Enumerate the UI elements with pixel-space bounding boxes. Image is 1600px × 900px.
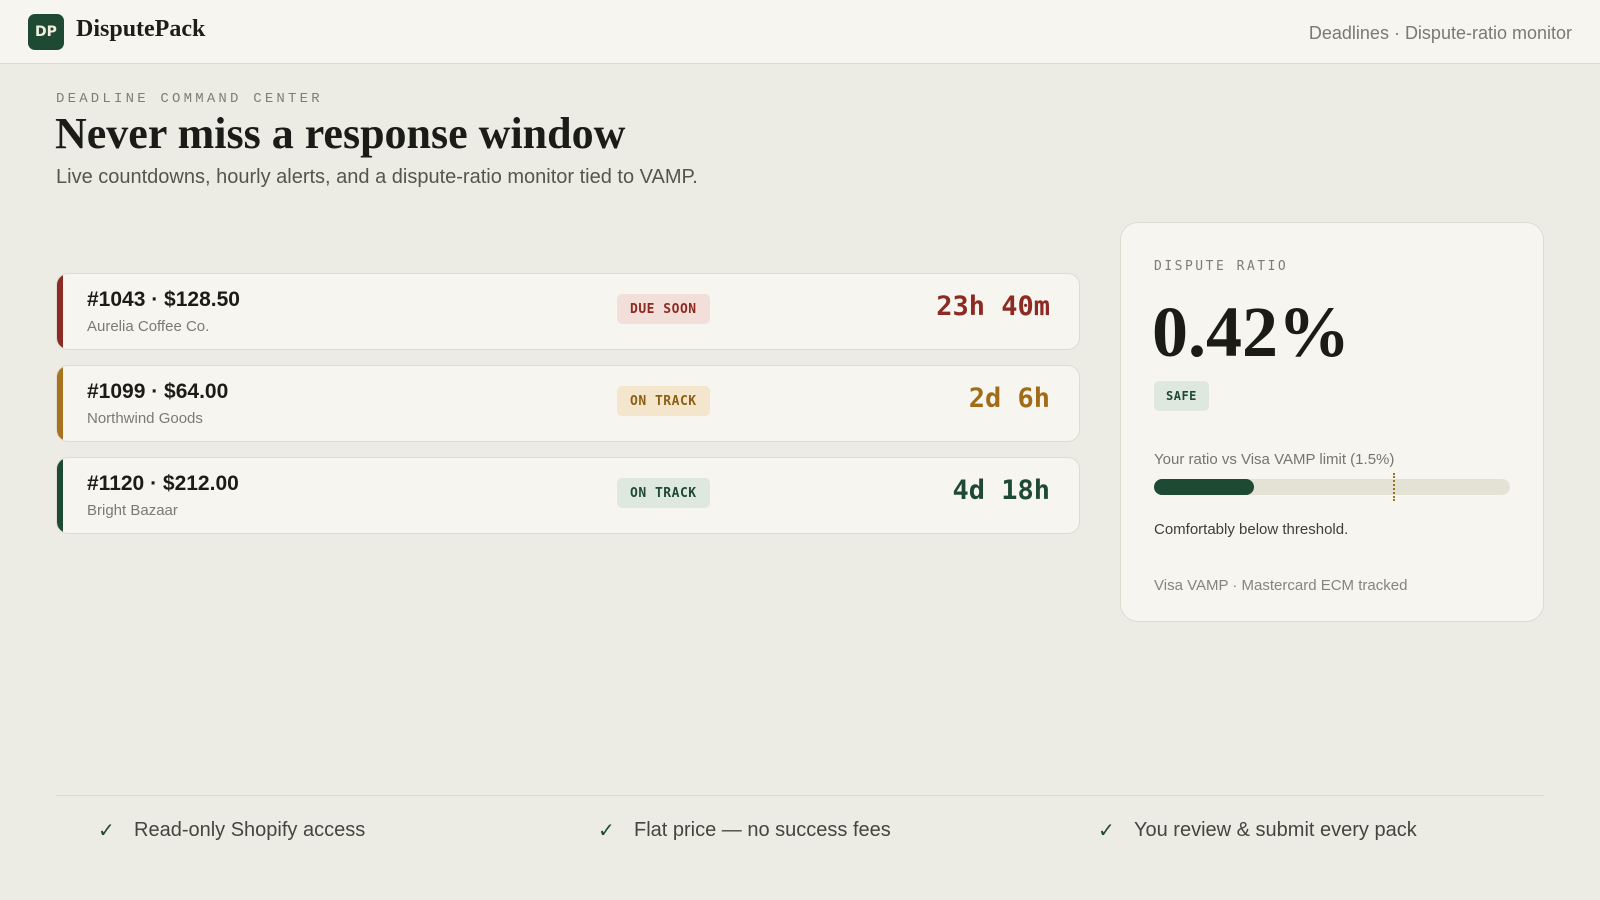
ratio-compare-label: Your ratio vs Visa VAMP limit (1.5%) <box>1154 451 1395 468</box>
feature-read-only: ✓ Read-only Shopify access <box>98 818 365 843</box>
ratio-status-badge: SAFE <box>1154 381 1209 411</box>
brand-name[interactable]: DisputePack <box>76 16 205 43</box>
ratio-progress-bar <box>1154 473 1510 501</box>
status-badge: ON TRACK <box>617 386 710 416</box>
top-bar: DP DisputePack Deadlines · Dispute-ratio… <box>0 0 1600 64</box>
feature-label: Read-only Shopify access <box>134 819 366 841</box>
section-eyebrow: DEADLINE COMMAND CENTER <box>56 91 323 107</box>
urgency-stripe <box>57 274 63 349</box>
feature-label: You review & submit every pack <box>1134 819 1417 841</box>
check-icon: ✓ <box>1098 820 1115 842</box>
top-nav-text: Deadlines · Dispute-ratio monitor <box>1308 23 1572 43</box>
merchant-name: Bright Bazaar <box>87 502 178 519</box>
countdown-timer: 23h 40m <box>936 291 1050 322</box>
feature-label: Flat price — no success fees <box>634 819 891 841</box>
countdown-timer: 4d 18h <box>952 475 1050 506</box>
feature-flat-price: ✓ Flat price — no success fees <box>598 818 891 843</box>
feature-review-submit: ✓ You review & submit every pack <box>1098 818 1417 843</box>
ratio-progress-fill <box>1154 479 1254 495</box>
vamp-limit-marker <box>1393 473 1395 501</box>
check-icon: ✓ <box>98 820 115 842</box>
merchant-name: Aurelia Coffee Co. <box>87 318 210 335</box>
dispute-title: #1043 · $128.50 <box>87 288 240 311</box>
ratio-footnote: Visa VAMP · Mastercard ECM tracked <box>1154 577 1408 594</box>
countdown-timer: 2d 6h <box>968 383 1050 414</box>
urgency-stripe <box>57 458 63 533</box>
dispute-card-1120[interactable]: #1120 · $212.00 Bright Bazaar ON TRACK 4… <box>56 457 1080 534</box>
status-badge: DUE SOON <box>617 294 710 324</box>
dispute-title: #1120 · $212.00 <box>87 472 239 495</box>
dispute-ratio-card: DISPUTE RATIO 0.42% SAFE Your ratio vs V… <box>1120 222 1544 622</box>
ratio-note: Comfortably below threshold. <box>1154 521 1349 538</box>
ratio-value: 0.42% <box>1152 292 1350 372</box>
status-badge: ON TRACK <box>617 478 710 508</box>
urgency-stripe <box>57 366 63 441</box>
dispute-title: #1099 · $64.00 <box>87 380 229 403</box>
ratio-label: DISPUTE RATIO <box>1154 259 1289 274</box>
footer-divider <box>56 795 1544 796</box>
page-subtitle: Live countdowns, hourly alerts, and a di… <box>56 166 698 188</box>
page-title: Never miss a response window <box>55 109 626 158</box>
dispute-card-1043[interactable]: #1043 · $128.50 Aurelia Coffee Co. DUE S… <box>56 273 1080 350</box>
merchant-name: Northwind Goods <box>87 410 203 427</box>
check-icon: ✓ <box>598 820 615 842</box>
logo-badge[interactable]: DP <box>28 14 64 50</box>
dispute-card-1099[interactable]: #1099 · $64.00 Northwind Goods ON TRACK … <box>56 365 1080 442</box>
